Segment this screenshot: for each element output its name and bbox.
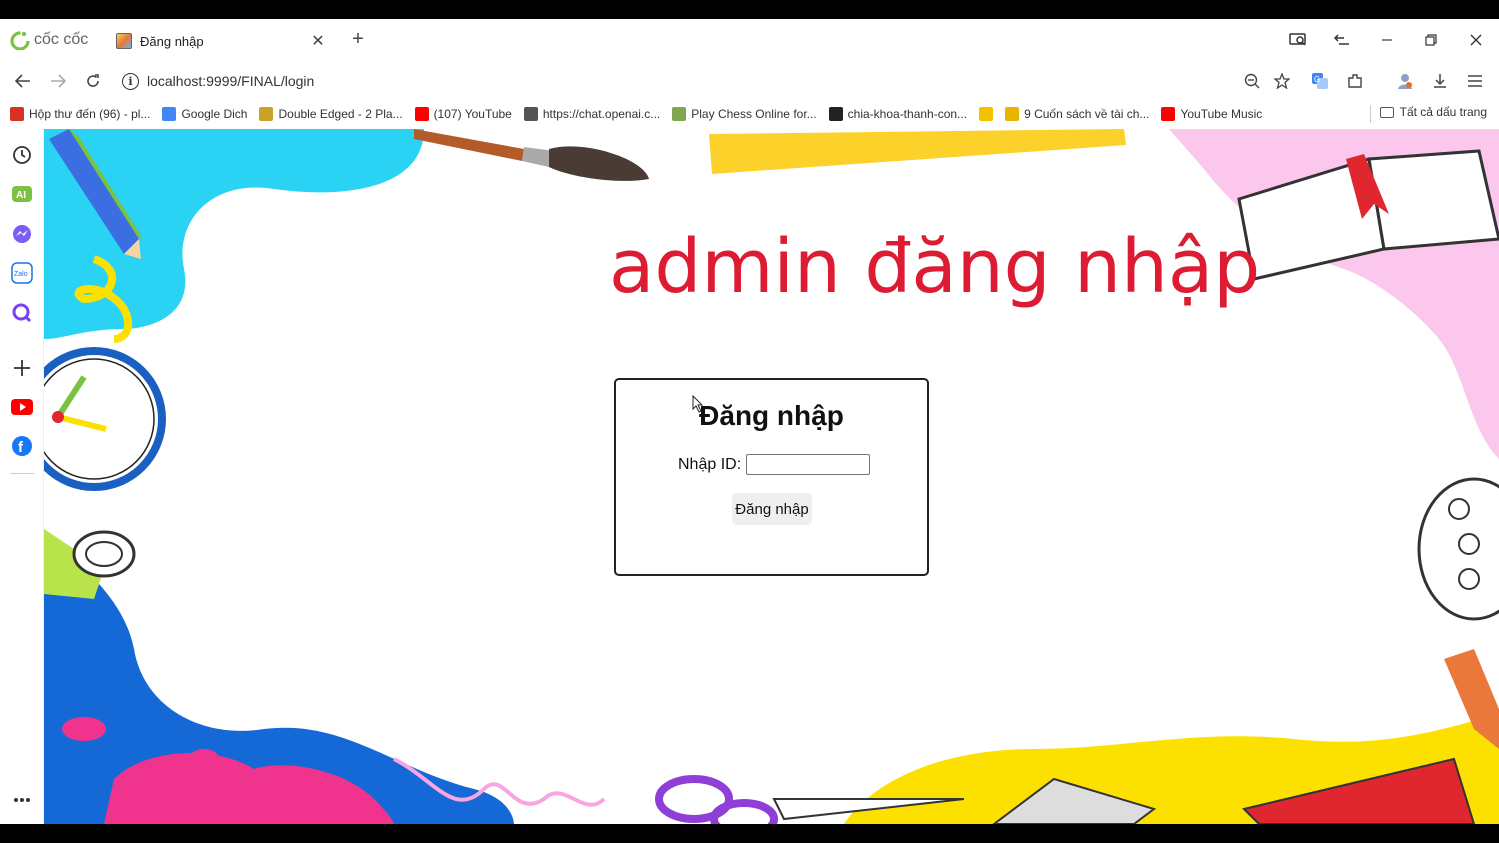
bookmark-label: chia-khoa-thanh-con...	[847, 107, 968, 121]
bookmark-item[interactable]: Hộp thư đến (96) - pl...	[10, 107, 150, 121]
bookmark-star-icon[interactable]	[1270, 69, 1294, 93]
back-icon[interactable]	[11, 69, 35, 93]
youtube-sidebar-icon[interactable]	[10, 395, 34, 419]
paintbrush-graphic	[414, 129, 649, 181]
openai-icon	[523, 107, 538, 121]
bookmarks-separator	[1370, 105, 1371, 123]
bookmark-item[interactable]: 9 Cuốn sách về tài ch...	[1005, 107, 1149, 121]
n-bookmark-icon	[979, 107, 994, 121]
screen-capture-icon[interactable]	[1286, 28, 1310, 52]
bookmark-label: https://chat.openai.c...	[542, 107, 661, 121]
bookmark-label: Double Edged - 2 Pla...	[278, 107, 403, 121]
youtube-music-icon	[1161, 107, 1176, 121]
bookmark-item[interactable]: Play Chess Online for...	[672, 107, 817, 121]
bookmark-item[interactable]: YouTube Music	[1161, 107, 1262, 121]
login-title: Đăng nhập	[699, 400, 844, 431]
bookmark-label: 9 Cuốn sách về tài ch...	[1024, 107, 1150, 121]
tab-login[interactable]: Đăng nhập ✕	[106, 23, 336, 59]
id-input[interactable]	[746, 454, 871, 475]
gmail-icon	[10, 107, 24, 121]
google-translate-icon	[162, 107, 177, 121]
history-icon[interactable]	[10, 143, 34, 167]
extensions-icon[interactable]	[1343, 69, 1367, 93]
new-tab-button[interactable]: +	[348, 29, 368, 49]
tab-close-icon[interactable]: ✕	[310, 31, 326, 51]
ruler-graphic	[709, 129, 1126, 174]
bookmark-label: Google Dich	[181, 107, 248, 121]
minimize-icon[interactable]	[1375, 28, 1399, 52]
bookmark-label: (107) YouTube	[433, 107, 512, 121]
messenger-icon[interactable]	[10, 222, 34, 246]
bookmark-item[interactable]: (107) YouTube	[414, 107, 512, 121]
login-button[interactable]: Đăng nhập	[732, 493, 812, 525]
id-label: Nhập ID:	[678, 455, 742, 473]
bookmarks-bar: Hộp thư đến (96) - pl... Google Dich Doubl…	[0, 101, 1499, 127]
game-icon	[259, 107, 274, 121]
coccoc-logo-icon	[10, 31, 30, 50]
address-bar[interactable]: i localhost:9999/FINAL/login	[122, 69, 314, 93]
login-form: Đăng nhập Nhập ID: Đăng nhập	[614, 378, 929, 576]
sidebar: AI Zalo f	[0, 129, 44, 824]
folder-icon	[1379, 106, 1394, 118]
all-bookmarks-label: Tất cả dấu trang	[1399, 105, 1487, 119]
ai-chat-icon[interactable]: AI	[10, 183, 34, 207]
bookmark-item[interactable]: chia-khoa-thanh-con...	[828, 107, 968, 121]
more-icon[interactable]	[10, 788, 34, 812]
url-text: localhost:9999/FINAL/login	[147, 73, 315, 89]
browser-window: cốc cốc Đăng nhập ✕ + i localhost:9999/F…	[0, 19, 1499, 824]
add-sidebar-icon[interactable]	[10, 356, 34, 380]
paint-jar-graphic	[44, 529, 136, 599]
brand: cốc cốc	[10, 29, 88, 51]
screen: cốc cốc Đăng nhập ✕ + i localhost:9999/F…	[0, 0, 1499, 843]
site-info-icon[interactable]: i	[122, 72, 139, 90]
page-heading: admin đăng nhập	[609, 224, 1261, 310]
svg-text:Zalo: Zalo	[14, 271, 28, 278]
window-close-icon[interactable]	[1464, 28, 1488, 52]
cyan-splash	[44, 129, 424, 339]
chess-icon	[672, 107, 687, 121]
tab-favicon-icon	[116, 33, 132, 49]
bookmark-label: Play Chess Online for...	[691, 107, 817, 121]
toolbar: i localhost:9999/FINAL/login G	[0, 61, 1499, 101]
reload-icon[interactable]	[81, 69, 105, 93]
tab-title: Đăng nhập	[140, 33, 204, 49]
profile-avatar-icon[interactable]	[1393, 69, 1417, 93]
tab-search-icon[interactable]	[1330, 28, 1354, 52]
tab-strip: cốc cốc Đăng nhập ✕ +	[0, 19, 1499, 61]
brand-name: cốc cốc	[34, 31, 89, 48]
download-icon[interactable]	[1428, 69, 1452, 93]
all-bookmarks-button[interactable]: Tất cả dấu trang	[1379, 105, 1487, 119]
clock-graphic	[44, 347, 166, 491]
bookmark-item[interactable]: https://chat.openai.c...	[523, 107, 661, 121]
youtube-icon	[414, 107, 429, 121]
bookmark-label: YouTube Music	[1180, 107, 1263, 121]
page-content: admin đăng nhập Đăng nhập Nhập ID: Đăng …	[44, 129, 1499, 824]
svg-text:G: G	[1314, 75, 1320, 84]
menu-icon[interactable]	[1463, 69, 1487, 93]
palette-graphic	[1417, 477, 1499, 621]
mouse-cursor-icon	[692, 395, 704, 413]
github-icon	[828, 107, 843, 121]
bookmark-item[interactable]	[979, 107, 994, 121]
bookmark-label: Hộp thư đến (96) - pl...	[29, 107, 151, 121]
svg-text:AI: AI	[16, 190, 26, 201]
sidebar-divider	[10, 473, 34, 474]
facebook-sidebar-icon[interactable]: f	[10, 434, 34, 458]
plant-icon	[1005, 107, 1020, 121]
zalo-icon[interactable]: Zalo	[10, 261, 34, 285]
search-q-icon[interactable]	[10, 301, 34, 325]
bookmark-item[interactable]: Double Edged - 2 Pla...	[259, 107, 403, 121]
bookmark-item[interactable]: Google Dich	[162, 107, 247, 121]
forward-icon[interactable]	[46, 69, 70, 93]
id-row: Nhập ID:	[678, 454, 871, 475]
zoom-out-icon[interactable]	[1240, 69, 1264, 93]
restore-icon[interactable]	[1419, 28, 1443, 52]
translate-icon[interactable]: G	[1308, 69, 1332, 93]
